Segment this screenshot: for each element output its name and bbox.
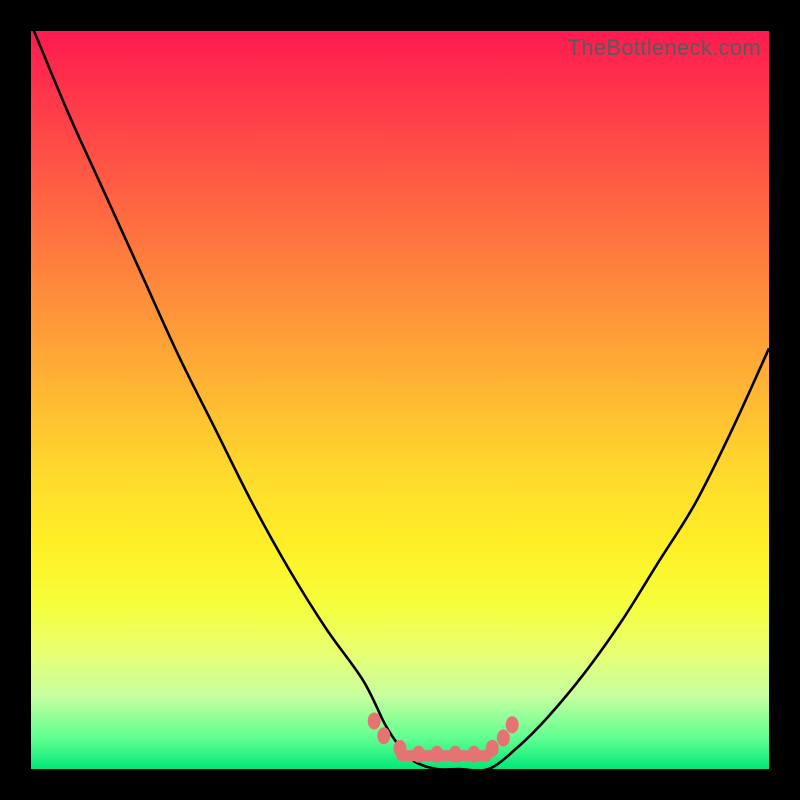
chart-svg	[31, 31, 769, 769]
bottleneck-curve	[31, 24, 769, 771]
curve-layer	[31, 24, 769, 771]
marker-dot	[394, 740, 407, 757]
chart-plot-area: TheBottleneck.com	[31, 31, 769, 769]
marker-dot	[497, 730, 510, 747]
marker-dot	[412, 746, 425, 763]
marker-dot	[430, 746, 443, 763]
marker-dot	[486, 740, 499, 757]
marker-dot	[368, 713, 381, 730]
marker-layer	[368, 713, 519, 763]
marker-dot	[506, 716, 519, 733]
marker-dot	[449, 746, 462, 763]
marker-dot	[467, 746, 480, 763]
chart-frame: TheBottleneck.com	[0, 0, 800, 800]
marker-dot	[377, 727, 390, 744]
